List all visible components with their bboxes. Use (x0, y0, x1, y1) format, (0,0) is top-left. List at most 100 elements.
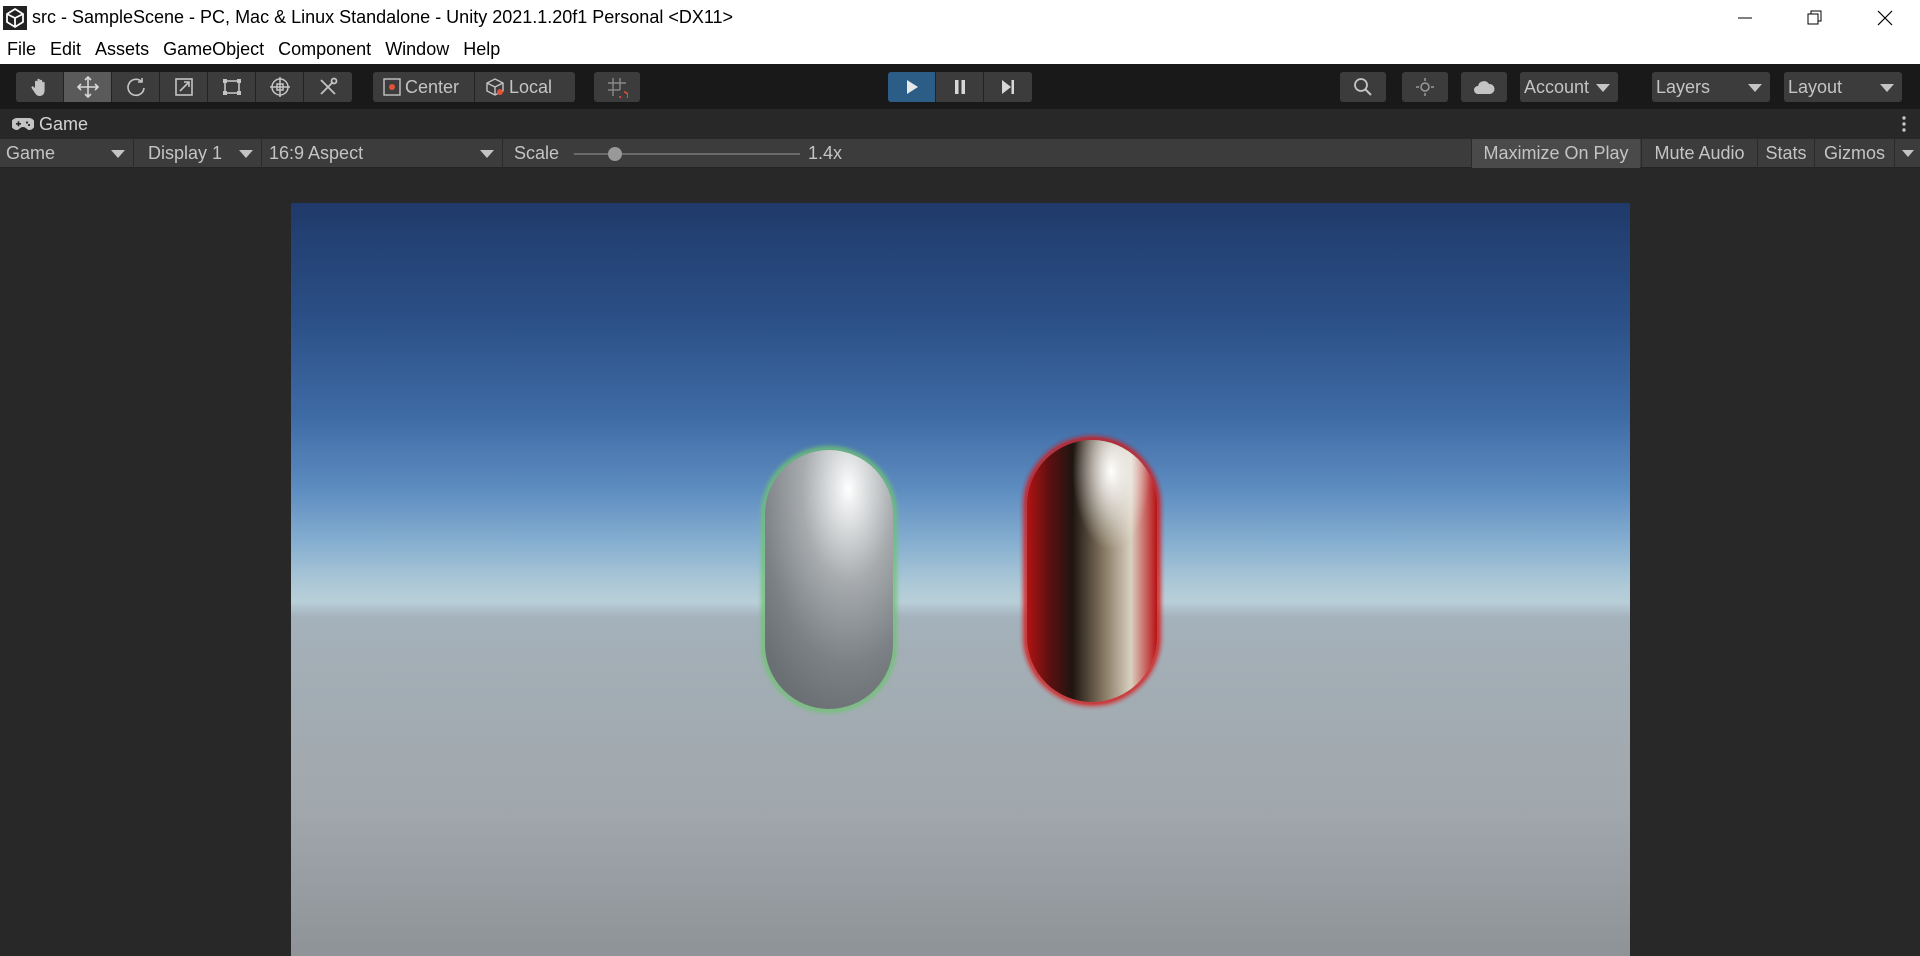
close-button[interactable] (1850, 0, 1920, 35)
step-icon (1002, 80, 1014, 94)
hand-tool-icon (30, 78, 45, 96)
custom-tool-button[interactable] (304, 72, 352, 102)
menu-component[interactable]: Component (278, 39, 371, 60)
display-label: Display 1 (148, 143, 223, 163)
lighting-button[interactable] (1402, 72, 1448, 102)
scale-tool-icon (174, 78, 193, 96)
pivot-local-icon (486, 78, 504, 96)
cloud-group (1461, 72, 1507, 102)
main-toolbar: Center Local Account Layers Layout (0, 64, 1920, 109)
game-tab-bar: Game (0, 109, 1920, 139)
title-bar: src - SampleScene - PC, Mac & Linux Stan… (0, 0, 1920, 35)
chevron-down-icon (1748, 84, 1762, 92)
more-options-icon[interactable] (1902, 115, 1906, 133)
rect-tool-button[interactable] (208, 72, 256, 102)
cloud-button[interactable] (1461, 72, 1507, 102)
search-icon (1354, 78, 1372, 96)
rotate-tool-icon (126, 78, 145, 97)
account-label: Account (1524, 76, 1590, 97)
tab-game[interactable]: Game (12, 114, 88, 135)
grid-snap-icon (608, 78, 628, 98)
gizmos-label: Gizmos (1823, 143, 1885, 163)
hand-tool-button[interactable] (16, 72, 64, 102)
move-tool-button[interactable] (64, 72, 112, 102)
stats-toggle[interactable]: Stats (1757, 139, 1814, 168)
game-view-toolbar: Game Display 1 16:9 Aspect Scale 1.4x Ma… (0, 139, 1920, 168)
restore-icon (1807, 10, 1822, 24)
play-icon (906, 80, 918, 94)
layers-label: Layers (1656, 76, 1711, 97)
pivot-rotation-button[interactable]: Local (475, 72, 575, 102)
lighting-icon (1416, 78, 1434, 96)
scale-label: Scale (514, 143, 560, 163)
pause-icon (954, 80, 965, 94)
chevron-down-icon (1880, 84, 1894, 92)
window-title: src - SampleScene - PC, Mac & Linux Stan… (32, 7, 734, 27)
game-viewport[interactable] (291, 203, 1630, 956)
gizmos-dropdown[interactable] (1894, 139, 1920, 168)
scale-slider[interactable] (574, 147, 800, 161)
menu-bar: File Edit Assets GameObject Component Wi… (0, 35, 1920, 64)
minimize-icon (1738, 17, 1752, 18)
scale-value: 1.4x (808, 143, 843, 163)
mute-audio-toggle[interactable]: Mute Audio (1641, 139, 1757, 168)
layout-label: Layout (1788, 76, 1843, 97)
maximize-on-play-toggle[interactable]: Maximize On Play (1471, 139, 1640, 168)
move-tool-icon (76, 75, 99, 99)
play-button[interactable] (888, 72, 936, 102)
playback-controls (888, 72, 1032, 102)
gamepad-icon (12, 118, 34, 130)
menu-edit[interactable]: Edit (50, 39, 81, 60)
chevron-down-icon (239, 150, 253, 158)
cloud-icon (1474, 81, 1495, 94)
menu-file[interactable]: File (7, 39, 36, 60)
search-button[interactable] (1340, 72, 1386, 102)
minimize-button[interactable] (1710, 0, 1780, 35)
pause-button[interactable] (936, 72, 984, 102)
pivot-mode-button[interactable]: Center (373, 72, 475, 102)
unity-logo-icon (2, 5, 28, 31)
menu-help[interactable]: Help (463, 39, 500, 60)
grey-capsule (761, 446, 897, 713)
scale-tool-button[interactable] (160, 72, 208, 102)
menu-window[interactable]: Window (385, 39, 449, 60)
view-mode-dropdown[interactable]: Game (0, 139, 134, 168)
lighting-group (1402, 72, 1448, 102)
pivot-rotation-label: Local (509, 76, 553, 97)
layers-dropdown[interactable]: Layers (1652, 72, 1770, 102)
step-button[interactable] (984, 72, 1032, 102)
view-mode-label: Game (6, 143, 56, 163)
gizmos-toggle[interactable]: Gizmos (1814, 139, 1894, 168)
mute-audio-label: Mute Audio (1654, 143, 1745, 163)
search-group (1340, 72, 1386, 102)
tab-game-label: Game (39, 113, 89, 134)
transform-tools (16, 72, 352, 102)
menu-assets[interactable]: Assets (95, 39, 149, 60)
menu-gameobject[interactable]: GameObject (163, 39, 264, 60)
aspect-label: 16:9 Aspect (269, 143, 364, 163)
chevron-down-icon (1596, 84, 1610, 92)
grid-snap-group (594, 72, 640, 102)
pivot-tools: Center Local (373, 72, 575, 102)
layout-dropdown[interactable]: Layout (1784, 72, 1902, 102)
transform-tool-button[interactable] (256, 72, 304, 102)
scene-render (761, 436, 1161, 713)
red-capsule (1023, 436, 1161, 706)
account-dropdown[interactable]: Account (1520, 72, 1618, 102)
stats-label: Stats (1765, 143, 1807, 163)
grid-snap-button[interactable] (594, 72, 640, 102)
scale-slider-thumb[interactable] (607, 147, 622, 161)
pivot-mode-label: Center (405, 76, 460, 97)
pivot-center-icon (383, 78, 401, 96)
maximize-on-play-label: Maximize On Play (1483, 143, 1629, 163)
chevron-down-icon (1901, 150, 1914, 157)
custom-tool-icon (320, 77, 338, 95)
aspect-dropdown[interactable]: 16:9 Aspect (263, 139, 503, 168)
chevron-down-icon (111, 150, 125, 158)
rotate-tool-button[interactable] (112, 72, 160, 102)
display-dropdown[interactable]: Display 1 (142, 139, 262, 168)
chevron-down-icon (480, 150, 494, 158)
restore-button[interactable] (1780, 0, 1850, 35)
close-icon (1877, 10, 1893, 25)
transform-tool-icon (269, 77, 290, 97)
